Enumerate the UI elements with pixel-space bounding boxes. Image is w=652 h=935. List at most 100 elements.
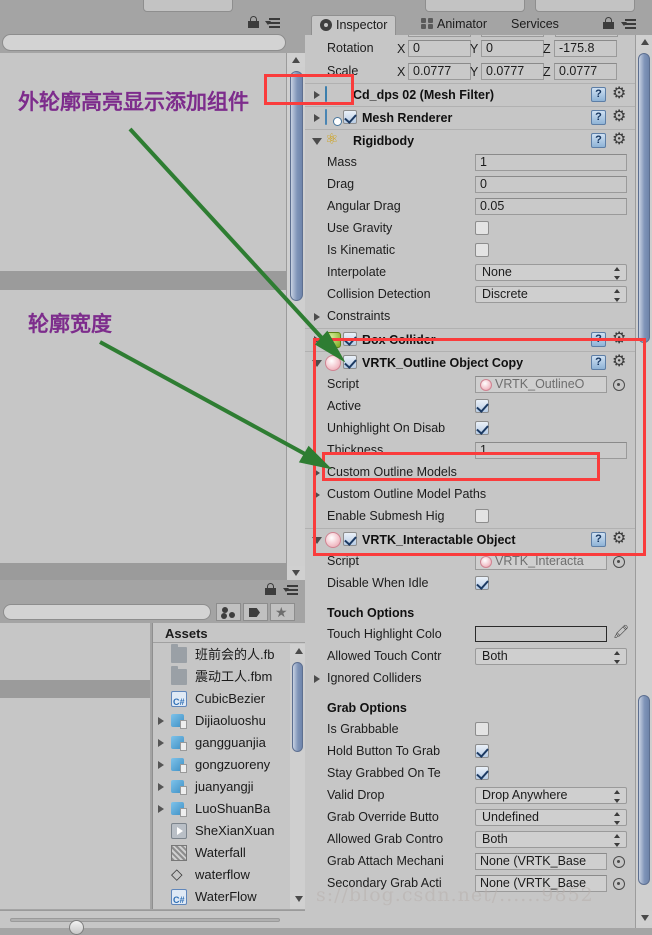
inspector-scroll-down-icon[interactable] (636, 911, 652, 925)
component-header[interactable]: Mesh Renderer? (305, 106, 635, 129)
list-item[interactable]: LuoShuanBa (153, 798, 290, 820)
toolbar-button-3[interactable] (535, 0, 635, 12)
property-label: Hold Button To Grab (327, 744, 441, 758)
transform-y-field[interactable]: 0 (481, 40, 544, 57)
project-tree-selected-row[interactable] (0, 680, 150, 698)
gear-icon[interactable] (612, 83, 627, 103)
inspector-scroll-thumb[interactable] (638, 53, 650, 343)
gear-icon[interactable] (612, 106, 627, 126)
component-header[interactable]: Cd_dps 02 (Mesh Filter)? (305, 83, 635, 106)
list-item[interactable]: 班前会的人.fb (153, 644, 290, 666)
filter-by-label-icon[interactable] (243, 603, 268, 621)
favorite-star-icon[interactable]: ★ (270, 603, 295, 621)
list-item[interactable]: Waterfall (153, 842, 290, 864)
component-enabled-checkbox[interactable] (343, 110, 357, 124)
hierarchy-selected-row[interactable] (0, 271, 286, 290)
expand-arrow-icon[interactable] (158, 717, 164, 725)
list-item-label: 震动工人.fbm (195, 669, 273, 684)
property-dropdown[interactable]: Drop Anywhere (475, 787, 627, 804)
property-foldout-icon[interactable] (314, 313, 320, 321)
object-picker-icon[interactable] (613, 556, 625, 568)
asset-rows[interactable]: 班前会的人.fb震动工人.fbmCubicBezierDijiaoluoshug… (153, 644, 290, 930)
scroll-down-arrow-icon[interactable] (287, 566, 306, 580)
list-item[interactable]: gongzuoreny (153, 754, 290, 776)
property-label: Angular Drag (327, 199, 401, 213)
toolbar-button-1[interactable] (143, 0, 233, 12)
property-dropdown[interactable]: Discrete (475, 286, 627, 303)
project-folder-tree[interactable] (0, 623, 150, 909)
tab-animator[interactable]: Animator (413, 15, 495, 35)
inspector-menu-icon[interactable] (621, 19, 637, 29)
project-lock-icon[interactable] (265, 583, 277, 595)
property-dropdown[interactable]: Undefined (475, 809, 627, 826)
property-row: Grab Override Butto Undefined (305, 807, 635, 829)
property-row: Disable When Idle (305, 573, 635, 595)
asset-zoom-slider[interactable] (10, 918, 280, 935)
color-swatch[interactable] (475, 626, 607, 642)
hierarchy-menu-icon[interactable] (265, 18, 281, 28)
asset-scroll-down-icon[interactable] (290, 892, 306, 906)
property-foldout-icon[interactable] (314, 675, 320, 683)
transform-y-field[interactable]: 0.0777 (481, 63, 544, 80)
list-item[interactable]: 震动工人.fbm (153, 666, 290, 688)
property-dropdown[interactable]: None (475, 264, 627, 281)
tab-services[interactable]: Services (503, 15, 567, 35)
property-checkbox[interactable] (475, 744, 489, 758)
expand-arrow-icon[interactable] (158, 739, 164, 747)
property-checkbox[interactable] (475, 221, 489, 235)
list-item[interactable]: gangguanjia (153, 732, 290, 754)
list-item[interactable]: Dijiaoluoshu (153, 710, 290, 732)
list-item[interactable]: waterflow (153, 864, 290, 886)
property-row: Angular Drag 0.05 (305, 196, 635, 218)
component-foldout-icon[interactable] (312, 138, 322, 145)
tab-inspector[interactable]: Inspector (311, 15, 397, 35)
hierarchy-search-input[interactable] (2, 34, 286, 51)
list-item[interactable]: juanyangji (153, 776, 290, 798)
expand-arrow-icon[interactable] (158, 761, 164, 769)
object-picker-icon[interactable] (613, 856, 625, 868)
property-checkbox[interactable] (475, 766, 489, 780)
toolbar-button-2[interactable] (425, 0, 525, 12)
inspector-scroll-up-icon[interactable] (636, 35, 652, 49)
scroll-up-arrow-icon[interactable] (287, 53, 306, 67)
list-item[interactable]: SheXianXuan (153, 820, 290, 842)
project-menu-icon[interactable] (283, 585, 299, 595)
inspector-scroll-thumb-lower[interactable] (638, 695, 650, 885)
list-item[interactable]: WaterFlow (153, 886, 290, 908)
inspector-lock-icon[interactable] (603, 17, 615, 29)
asset-list-scrollbar[interactable] (290, 644, 306, 909)
help-icon[interactable]: ? (591, 110, 606, 125)
property-checkbox[interactable] (475, 243, 489, 257)
property-value-field[interactable]: 0.05 (475, 198, 627, 215)
tab-animator-label: Animator (437, 17, 488, 31)
hierarchy-scrollbar[interactable] (286, 53, 306, 580)
filter-by-type-icon[interactable] (216, 603, 241, 621)
component-foldout-icon[interactable] (314, 114, 320, 122)
transform-x-field[interactable]: 0 (408, 40, 471, 57)
property-object-field[interactable]: None (VRTK_Base (475, 853, 607, 870)
transform-z-field[interactable]: -175.8 (554, 40, 617, 57)
help-icon[interactable]: ? (591, 133, 606, 148)
transform-z-field[interactable]: 0.0777 (554, 63, 617, 80)
list-item[interactable]: CubicBezier (153, 688, 290, 710)
component-header[interactable]: Rigidbody? (305, 129, 635, 152)
property-checkbox[interactable] (475, 722, 489, 736)
project-search-input[interactable] (3, 604, 211, 620)
object-picker-icon[interactable] (613, 878, 625, 890)
property-value-field[interactable]: 1 (475, 154, 627, 171)
transform-x-field[interactable]: 0.0777 (408, 63, 471, 80)
expand-arrow-icon[interactable] (158, 783, 164, 791)
property-dropdown[interactable]: Both (475, 831, 627, 848)
prefab-icon (171, 735, 187, 751)
property-checkbox[interactable] (475, 576, 489, 590)
hierarchy-scroll-thumb[interactable] (290, 71, 303, 301)
eyedropper-icon[interactable] (613, 624, 630, 642)
help-icon[interactable]: ? (591, 87, 606, 102)
lock-icon[interactable] (248, 16, 260, 28)
property-value-field[interactable]: 0 (475, 176, 627, 193)
expand-arrow-icon[interactable] (158, 805, 164, 813)
gear-icon[interactable] (612, 129, 627, 149)
asset-scroll-thumb[interactable] (292, 662, 303, 752)
property-dropdown[interactable]: Both (475, 648, 627, 665)
asset-scroll-up-icon[interactable] (290, 644, 306, 658)
